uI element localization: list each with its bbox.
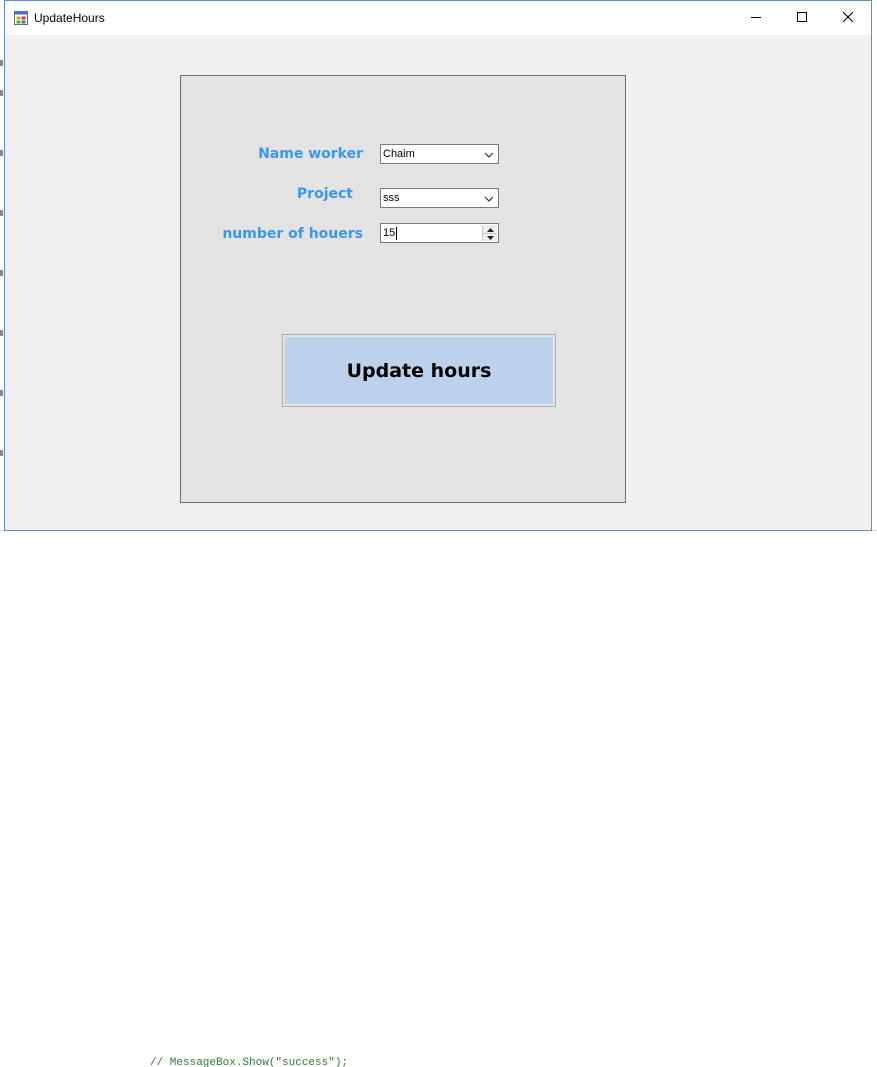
ide-margin-mark — [0, 330, 3, 336]
hours-numeric-input[interactable]: 15 — [380, 223, 499, 243]
ide-margin-mark — [0, 390, 3, 396]
close-icon — [842, 9, 854, 27]
ide-margin-mark — [0, 90, 3, 96]
ide-margin-mark — [0, 210, 3, 216]
title-bar[interactable]: UpdateHours — [5, 1, 871, 35]
ide-margin-mark — [0, 270, 3, 276]
project-value: sss — [383, 192, 400, 204]
hours-spin-buttons — [482, 225, 497, 241]
ide-margin-mark — [0, 150, 3, 156]
hours-value: 15 — [383, 227, 396, 239]
project-dropdown[interactable]: sss — [380, 188, 499, 208]
chevron-down-icon[interactable] — [484, 150, 494, 162]
name-worker-label: Name worker — [258, 146, 363, 162]
maximize-icon — [797, 9, 807, 27]
background-code-line: // MessageBox.Show("success"); — [150, 1057, 349, 1067]
minimize-button[interactable] — [733, 1, 779, 35]
name-worker-value: Chaim — [383, 148, 415, 160]
maximize-button[interactable] — [779, 1, 825, 35]
project-label: Project — [296, 186, 353, 202]
spin-down-button[interactable] — [483, 233, 497, 241]
update-hours-window: UpdateHours Name worker Project number o… — [4, 0, 872, 531]
window-title: UpdateHours — [34, 11, 105, 25]
name-worker-dropdown[interactable]: Chaim — [380, 144, 499, 164]
minimize-icon — [751, 9, 761, 27]
number-of-hours-label: number of houers — [222, 226, 363, 242]
ide-margin-mark — [0, 450, 3, 456]
app-form-icon — [14, 11, 28, 25]
form-panel: Name worker Project number of houers Cha… — [180, 75, 626, 503]
triangle-down-icon — [486, 231, 494, 243]
close-button[interactable] — [825, 1, 871, 35]
text-caret — [396, 227, 397, 240]
chevron-down-icon[interactable] — [484, 194, 494, 206]
update-hours-button[interactable]: Update hours — [282, 334, 556, 407]
ide-margin-mark — [0, 60, 3, 66]
